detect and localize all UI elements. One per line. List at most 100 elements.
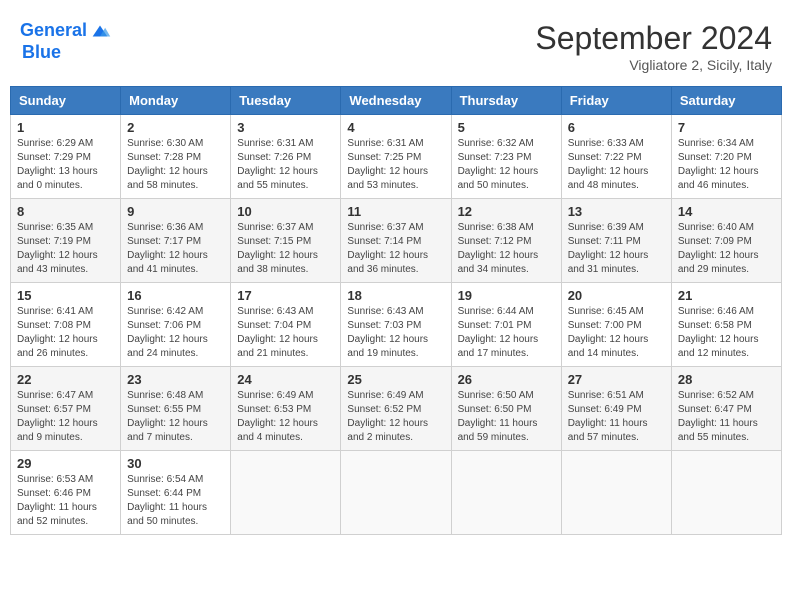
calendar-cell: 12 Sunrise: 6:38 AM Sunset: 7:12 PM Dayli…: [451, 199, 561, 283]
day-number: 3: [237, 120, 334, 135]
calendar-cell: 17 Sunrise: 6:43 AM Sunset: 7:04 PM Dayli…: [231, 283, 341, 367]
day-number: 12: [458, 204, 555, 219]
day-info: Sunrise: 6:52 AM Sunset: 6:47 PM Dayligh…: [678, 389, 775, 445]
day-info: Sunrise: 6:48 AM Sunset: 6:55 PM Dayligh…: [127, 389, 224, 445]
calendar-table: SundayMondayTuesdayWednesdayThursdayFrid…: [10, 86, 782, 535]
calendar-header-row: SundayMondayTuesdayWednesdayThursdayFrid…: [11, 87, 782, 115]
calendar-cell: 21Sunrise: 6:46 AM Sunset: 6:58 PM Dayli…: [671, 283, 781, 367]
weekday-header-friday: Friday: [561, 87, 671, 115]
day-number: 23: [127, 372, 224, 387]
day-number: 22: [17, 372, 114, 387]
calendar-cell: 27 Sunrise: 6:51 AM Sunset: 6:49 PM Dayli…: [561, 367, 671, 451]
day-number: 27: [568, 372, 665, 387]
month-title: September 2024: [535, 20, 772, 57]
day-info: Sunrise: 6:30 AM Sunset: 7:28 PM Dayligh…: [127, 137, 224, 193]
logo-icon: [89, 20, 111, 42]
day-number: 8: [17, 204, 114, 219]
day-info: Sunrise: 6:51 AM Sunset: 6:49 PM Dayligh…: [568, 389, 665, 445]
day-info: Sunrise: 6:29 AM Sunset: 7:29 PM Dayligh…: [17, 137, 114, 193]
day-number: 20: [568, 288, 665, 303]
calendar-cell: 15 Sunrise: 6:41 AM Sunset: 7:08 PM Dayli…: [11, 283, 121, 367]
day-number: 16: [127, 288, 224, 303]
day-number: 29: [17, 456, 114, 471]
logo-blue: Blue: [22, 42, 111, 63]
day-number: 19: [458, 288, 555, 303]
day-info: Sunrise: 6:31 AM Sunset: 7:26 PM Dayligh…: [237, 137, 334, 193]
day-number: 2: [127, 120, 224, 135]
day-number: 30: [127, 456, 224, 471]
calendar-cell: 3 Sunrise: 6:31 AM Sunset: 7:26 PM Daylig…: [231, 115, 341, 199]
day-number: 13: [568, 204, 665, 219]
calendar-cell: 30Sunrise: 6:54 AM Sunset: 6:44 PM Dayli…: [121, 451, 231, 535]
day-info: Sunrise: 6:45 AM Sunset: 7:00 PM Dayligh…: [568, 305, 665, 361]
day-number: 6: [568, 120, 665, 135]
calendar-cell: 2 Sunrise: 6:30 AM Sunset: 7:28 PM Daylig…: [121, 115, 231, 199]
calendar-cell: 14 Sunrise: 6:40 AM Sunset: 7:09 PM Dayli…: [671, 199, 781, 283]
calendar-cell: 10Sunrise: 6:37 AM Sunset: 7:15 PM Dayli…: [231, 199, 341, 283]
day-info: Sunrise: 6:41 AM Sunset: 7:08 PM Dayligh…: [17, 305, 114, 361]
day-number: 25: [347, 372, 444, 387]
day-info: Sunrise: 6:47 AM Sunset: 6:57 PM Dayligh…: [17, 389, 114, 445]
calendar-cell: 7 Sunrise: 6:34 AM Sunset: 7:20 PM Daylig…: [671, 115, 781, 199]
calendar-cell: 24 Sunrise: 6:49 AM Sunset: 6:53 PM Dayli…: [231, 367, 341, 451]
day-info: Sunrise: 6:49 AM Sunset: 6:52 PM Dayligh…: [347, 389, 444, 445]
calendar-week-5: 29Sunrise: 6:53 AM Sunset: 6:46 PM Dayli…: [11, 451, 782, 535]
day-info: Sunrise: 6:38 AM Sunset: 7:12 PM Dayligh…: [458, 221, 555, 277]
calendar-cell: 29Sunrise: 6:53 AM Sunset: 6:46 PM Dayli…: [11, 451, 121, 535]
day-info: Sunrise: 6:42 AM Sunset: 7:06 PM Dayligh…: [127, 305, 224, 361]
weekday-header-tuesday: Tuesday: [231, 87, 341, 115]
title-block: September 2024 Vigliatore 2, Sicily, Ita…: [535, 20, 772, 73]
calendar-cell: 8 Sunrise: 6:35 AM Sunset: 7:19 PM Daylig…: [11, 199, 121, 283]
calendar-cell: [231, 451, 341, 535]
day-number: 18: [347, 288, 444, 303]
calendar-cell: 9Sunrise: 6:36 AM Sunset: 7:17 PM Daylig…: [121, 199, 231, 283]
day-number: 14: [678, 204, 775, 219]
calendar-cell: 25 Sunrise: 6:49 AM Sunset: 6:52 PM Dayli…: [341, 367, 451, 451]
calendar-cell: 20 Sunrise: 6:45 AM Sunset: 7:00 PM Dayli…: [561, 283, 671, 367]
day-number: 10: [237, 204, 334, 219]
day-info: Sunrise: 6:31 AM Sunset: 7:25 PM Dayligh…: [347, 137, 444, 193]
day-number: 28: [678, 372, 775, 387]
day-number: 24: [237, 372, 334, 387]
calendar-cell: [561, 451, 671, 535]
day-info: Sunrise: 6:39 AM Sunset: 7:11 PM Dayligh…: [568, 221, 665, 277]
day-number: 5: [458, 120, 555, 135]
day-number: 17: [237, 288, 334, 303]
calendar-cell: 4 Sunrise: 6:31 AM Sunset: 7:25 PM Daylig…: [341, 115, 451, 199]
day-number: 4: [347, 120, 444, 135]
day-info: Sunrise: 6:43 AM Sunset: 7:04 PM Dayligh…: [237, 305, 334, 361]
page-header: General Blue September 2024 Vigliatore 2…: [10, 10, 782, 78]
day-number: 26: [458, 372, 555, 387]
calendar-cell: 28 Sunrise: 6:52 AM Sunset: 6:47 PM Dayli…: [671, 367, 781, 451]
calendar-cell: 11Sunrise: 6:37 AM Sunset: 7:14 PM Dayli…: [341, 199, 451, 283]
calendar-week-4: 22 Sunrise: 6:47 AM Sunset: 6:57 PM Dayli…: [11, 367, 782, 451]
day-info: Sunrise: 6:49 AM Sunset: 6:53 PM Dayligh…: [237, 389, 334, 445]
calendar-cell: 6 Sunrise: 6:33 AM Sunset: 7:22 PM Daylig…: [561, 115, 671, 199]
calendar-cell: 16 Sunrise: 6:42 AM Sunset: 7:06 PM Dayli…: [121, 283, 231, 367]
day-info: Sunrise: 6:35 AM Sunset: 7:19 PM Dayligh…: [17, 221, 114, 277]
day-info: Sunrise: 6:43 AM Sunset: 7:03 PM Dayligh…: [347, 305, 444, 361]
weekday-header-thursday: Thursday: [451, 87, 561, 115]
calendar-cell: [341, 451, 451, 535]
calendar-cell: 5Sunrise: 6:32 AM Sunset: 7:23 PM Daylig…: [451, 115, 561, 199]
day-info: Sunrise: 6:50 AM Sunset: 6:50 PM Dayligh…: [458, 389, 555, 445]
day-number: 15: [17, 288, 114, 303]
day-number: 11: [347, 204, 444, 219]
weekday-header-sunday: Sunday: [11, 87, 121, 115]
calendar-cell: 26 Sunrise: 6:50 AM Sunset: 6:50 PM Dayli…: [451, 367, 561, 451]
weekday-header-wednesday: Wednesday: [341, 87, 451, 115]
day-info: Sunrise: 6:40 AM Sunset: 7:09 PM Dayligh…: [678, 221, 775, 277]
location-subtitle: Vigliatore 2, Sicily, Italy: [535, 57, 772, 73]
day-number: 9: [127, 204, 224, 219]
calendar-cell: 22 Sunrise: 6:47 AM Sunset: 6:57 PM Dayli…: [11, 367, 121, 451]
calendar-cell: [671, 451, 781, 535]
calendar-cell: 23 Sunrise: 6:48 AM Sunset: 6:55 PM Dayli…: [121, 367, 231, 451]
day-info: Sunrise: 6:44 AM Sunset: 7:01 PM Dayligh…: [458, 305, 555, 361]
weekday-header-saturday: Saturday: [671, 87, 781, 115]
day-info: Sunrise: 6:34 AM Sunset: 7:20 PM Dayligh…: [678, 137, 775, 193]
calendar-cell: 1Sunrise: 6:29 AM Sunset: 7:29 PM Daylig…: [11, 115, 121, 199]
calendar-week-3: 15 Sunrise: 6:41 AM Sunset: 7:08 PM Dayli…: [11, 283, 782, 367]
day-info: Sunrise: 6:33 AM Sunset: 7:22 PM Dayligh…: [568, 137, 665, 193]
day-number: 7: [678, 120, 775, 135]
calendar-cell: 13 Sunrise: 6:39 AM Sunset: 7:11 PM Dayli…: [561, 199, 671, 283]
